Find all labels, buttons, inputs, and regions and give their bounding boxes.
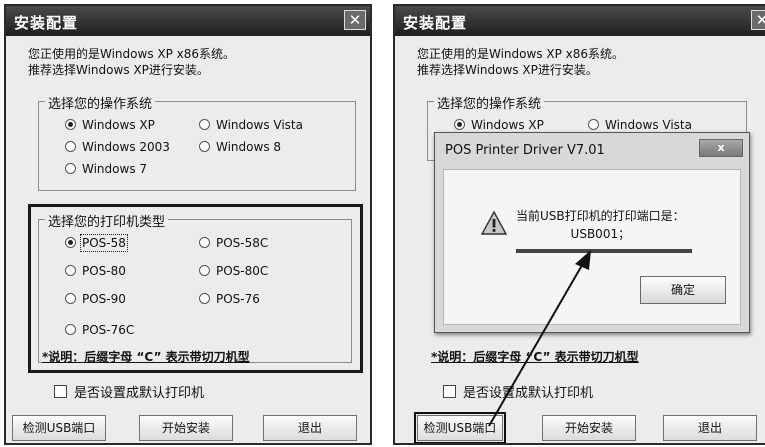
radio-windows-xp[interactable]: Windows XP: [65, 118, 155, 132]
radio-pos-90[interactable]: POS-90: [65, 292, 126, 306]
radio-pos-80[interactable]: POS-80: [65, 264, 126, 278]
radio-empty-icon: [199, 119, 210, 130]
radio-windows-8[interactable]: Windows 8: [199, 140, 281, 154]
cutter-note: *说明：后缀字母 “C” 表示带切刀机型: [42, 350, 250, 364]
title-bar: 安装配置 ✕: [6, 6, 370, 36]
radio-empty-icon: [65, 324, 76, 335]
radio-empty-icon: [65, 163, 76, 174]
radio-empty-icon: [199, 265, 210, 276]
printer-type-group: 选择您的打印机类型 POS-58 POS-58C POS-80 POS-80C …: [38, 211, 352, 363]
exit-button[interactable]: 退出: [263, 415, 357, 441]
os-group: 选择您的操作系统 Windows XP Windows Vista Window…: [38, 93, 356, 191]
radio-empty-icon: [199, 293, 210, 304]
radio-pos-80c[interactable]: POS-80C: [199, 264, 268, 278]
default-printer-checkbox[interactable]: 是否设置成默认打印机: [54, 382, 204, 401]
installer-window-left: 安装配置 ✕ 您正使用的是Windows XP x86系统。 推荐选择Windo…: [4, 4, 372, 445]
os-group-legend: 选择您的操作系统: [45, 93, 156, 112]
detect-usb-button[interactable]: 检测USB端口: [12, 415, 106, 441]
radio-empty-icon: [199, 141, 210, 152]
radio-windows-7[interactable]: Windows 7: [65, 162, 147, 176]
close-icon[interactable]: ✕: [344, 10, 366, 30]
radio-empty-icon: [65, 293, 76, 304]
annotation-arrow-icon: [488, 250, 591, 427]
system-info: 您正使用的是Windows XP x86系统。 推荐选择Windows XP进行…: [28, 46, 235, 78]
printer-group-legend: 选择您的打印机类型: [45, 211, 169, 230]
radio-pos-58c[interactable]: POS-58C: [199, 236, 268, 250]
radio-empty-icon: [65, 141, 76, 152]
radio-windows-2003[interactable]: Windows 2003: [65, 140, 170, 154]
radio-selected-icon: [65, 119, 76, 130]
radio-windows-vista[interactable]: Windows Vista: [199, 118, 303, 132]
radio-empty-icon: [199, 237, 210, 248]
window-title: 安装配置: [14, 14, 79, 32]
start-install-button[interactable]: 开始安装: [139, 415, 233, 441]
intro-line-1: 您正使用的是Windows XP x86系统。: [28, 47, 236, 61]
checkbox-icon: [54, 385, 67, 398]
radio-empty-icon: [65, 265, 76, 276]
radio-pos-76c[interactable]: POS-76C: [65, 323, 134, 337]
intro-line-2: 推荐选择Windows XP进行安装。: [28, 63, 209, 77]
radio-pos-76[interactable]: POS-76: [199, 292, 260, 306]
radio-pos-58[interactable]: POS-58: [65, 234, 128, 252]
installer-window-right: 安装配置 ✕ 您正使用的是Windows XP x86系统。 推荐选择Windo…: [393, 4, 765, 445]
radio-selected-icon: [65, 237, 76, 248]
